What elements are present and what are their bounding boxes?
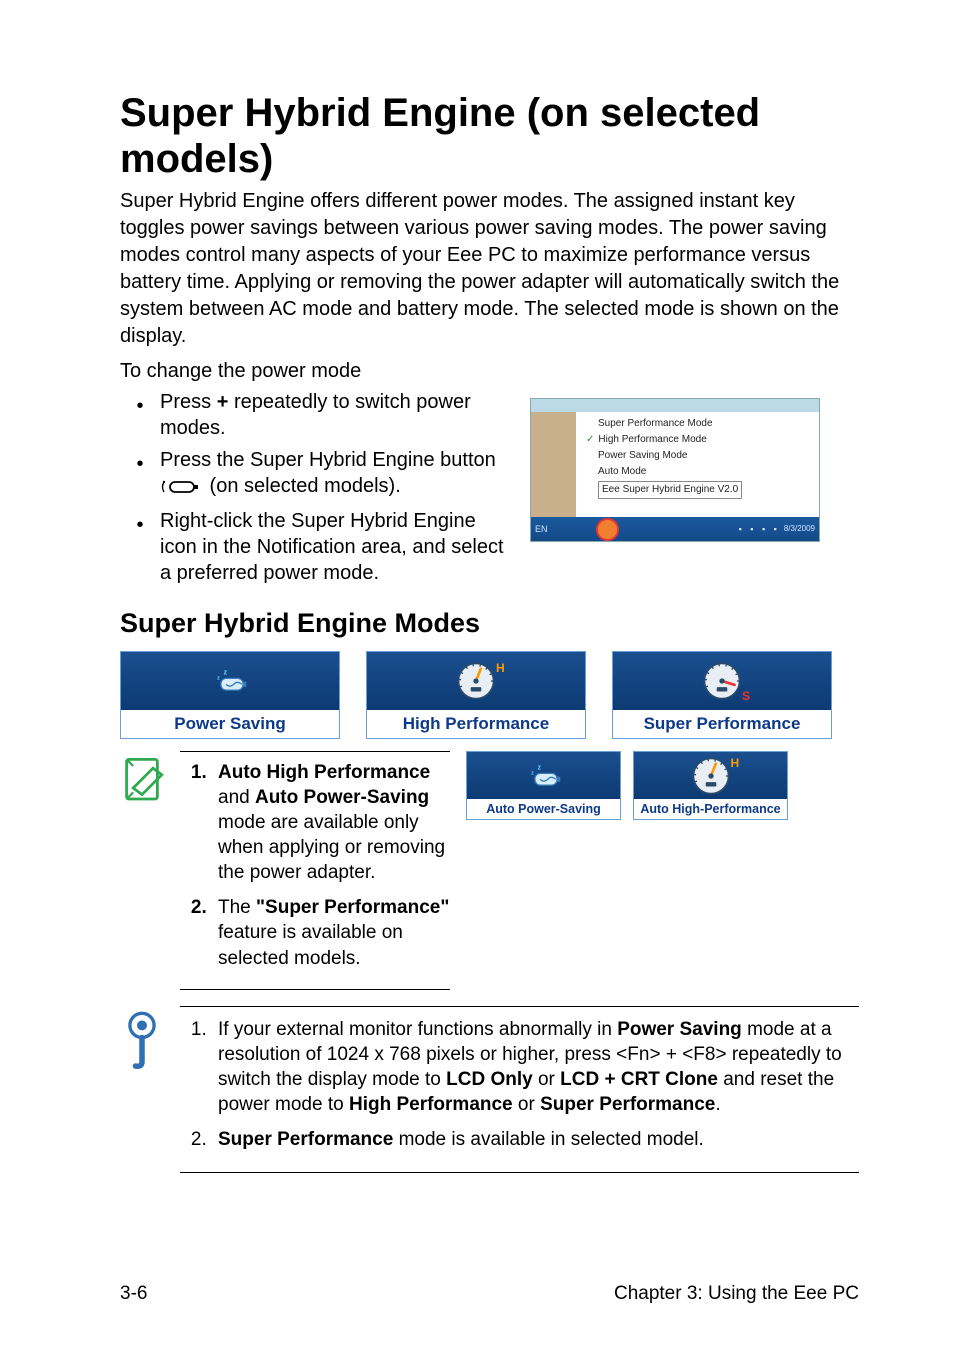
- menu-item: Auto Mode: [582, 464, 813, 480]
- she-tray-icon: [596, 518, 619, 541]
- intro-paragraph: Super Hybrid Engine offers different pow…: [120, 188, 859, 350]
- auto-mode-card: zzAuto Power-Saving: [466, 751, 621, 820]
- language-indicator: EN: [535, 524, 548, 534]
- note-1: Auto High Performance and Auto Power-Sav…: [120, 751, 450, 990]
- note-item: If your external monitor functions abnor…: [212, 1017, 859, 1117]
- mode-icon: H: [633, 751, 788, 799]
- svg-text:z: z: [217, 676, 220, 682]
- auto-mode-card: HAuto High-Performance: [633, 751, 788, 820]
- note-item: Super Performance mode is available in s…: [212, 1127, 859, 1152]
- bullet-dot: •: [120, 447, 160, 477]
- mode-icon: zz: [120, 651, 340, 710]
- chapter-label: Chapter 3: Using the Eee PC: [614, 1283, 859, 1305]
- mode-label: High Performance: [366, 710, 586, 739]
- page-title: Super Hybrid Engine (on selected models): [120, 90, 859, 182]
- svg-text:z: z: [224, 669, 228, 677]
- mode-icon: H: [366, 651, 586, 710]
- modes-heading: Super Hybrid Engine Modes: [120, 608, 859, 639]
- menu-item: Power Saving Mode: [582, 448, 813, 464]
- page-number: 3-6: [120, 1283, 147, 1305]
- mode-card: zzPower Saving: [120, 651, 340, 739]
- bullet-text: Press + repeatedly to switch power modes…: [160, 389, 512, 441]
- auto-mode-cards: zzAuto Power-SavingHAuto High-Performanc…: [466, 751, 788, 820]
- mode-card: SSuper Performance: [612, 651, 832, 739]
- mode-icon: zz: [466, 751, 621, 799]
- mode-label: Auto Power-Saving: [466, 799, 621, 820]
- change-mode-heading: To change the power mode: [120, 360, 859, 383]
- context-menu-screenshot: Super Performance ModeHigh Performance M…: [530, 398, 820, 542]
- mode-icon: S: [612, 651, 832, 710]
- mode-label: Auto High-Performance: [633, 799, 788, 820]
- mode-cards-row: zzPower SavingHHigh PerformanceSSuper Pe…: [120, 651, 859, 739]
- menu-item: High Performance Mode: [582, 432, 813, 448]
- menu-title-boxed: Eee Super Hybrid Engine V2.0: [598, 481, 742, 499]
- note-icon: [120, 751, 164, 808]
- tray-date: 8/3/2009: [784, 525, 815, 533]
- bullet-dot: •: [120, 508, 160, 538]
- mode-label: Super Performance: [612, 710, 832, 739]
- bullet-text: Press the Super Hybrid Engine button (on…: [160, 447, 512, 502]
- svg-text:z: z: [537, 763, 541, 771]
- bullet-dot: •: [120, 389, 160, 419]
- tip-icon: [120, 1006, 164, 1077]
- mode-card: HHigh Performance: [366, 651, 586, 739]
- mode-label: Power Saving: [120, 710, 340, 739]
- menu-item: Super Performance Mode: [582, 416, 813, 432]
- svg-text:z: z: [531, 770, 534, 776]
- page-footer: 3-6 Chapter 3: Using the Eee PC: [120, 1283, 859, 1305]
- note-item: The "Super Performance" feature is avail…: [212, 895, 450, 970]
- bullet-text: Right-click the Super Hybrid Engine icon…: [160, 508, 512, 586]
- tray-icons: ▪ ▪ ▪ ▪: [739, 524, 780, 534]
- change-mode-list: •Press + repeatedly to switch power mode…: [120, 389, 512, 586]
- note-2: If your external monitor functions abnor…: [120, 1006, 859, 1173]
- note-item: Auto High Performance and Auto Power-Sav…: [212, 760, 450, 885]
